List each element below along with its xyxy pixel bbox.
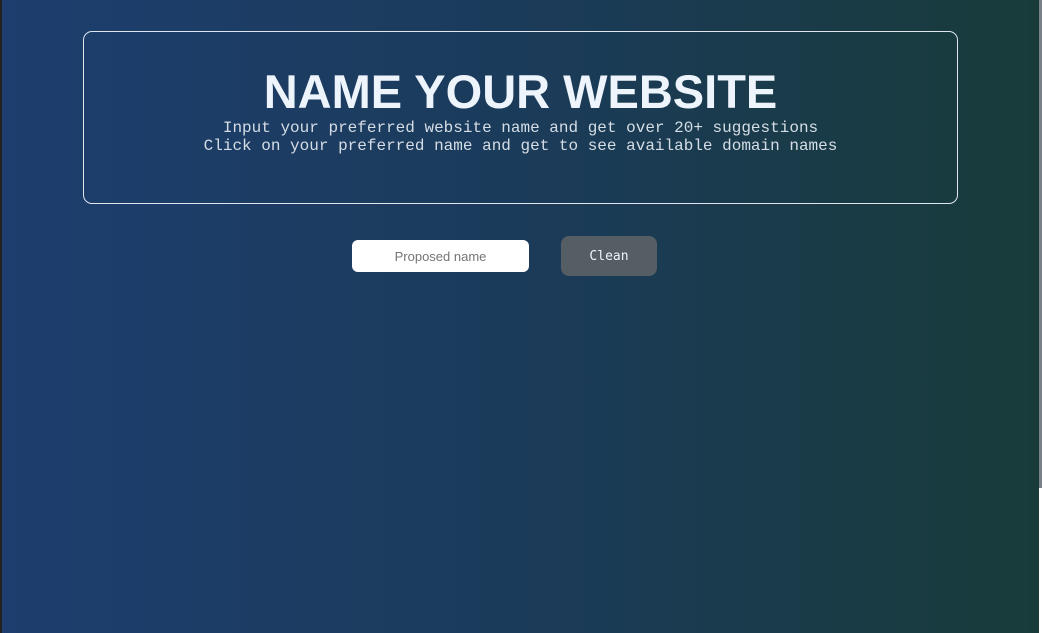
proposed-name-input[interactable] bbox=[352, 240, 529, 272]
subtitle-line-2: Click on your preferred name and get to … bbox=[203, 137, 838, 155]
hero-panel: NAME YOUR WEBSITE Input your preferred w… bbox=[83, 31, 958, 204]
subtitle-line-1: Input your preferred website name and ge… bbox=[222, 119, 819, 137]
page-title: NAME YOUR WEBSITE bbox=[263, 65, 778, 118]
clean-button[interactable]: Clean bbox=[561, 236, 657, 276]
